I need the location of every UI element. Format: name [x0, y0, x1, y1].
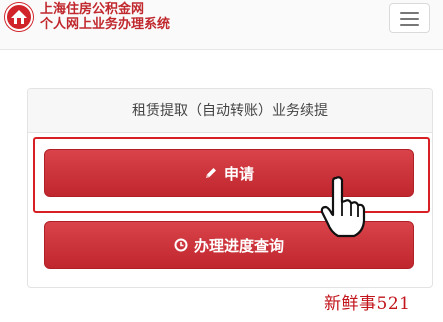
site-brand[interactable]: 上海住房公积金网 个人网上业务办理系统 — [40, 2, 170, 32]
panel-title: 租赁提取（自动转账）业务续提 — [28, 89, 432, 133]
watermark-text: 新鲜事521 — [324, 294, 411, 314]
apply-button-label: 申请 — [223, 164, 254, 183]
top-header: 上海住房公积金网 个人网上业务办理系统 — [0, 0, 443, 50]
housing-fund-logo-icon[interactable] — [4, 2, 34, 32]
brand-title: 上海住房公积金网 — [40, 2, 145, 17]
clock-icon — [174, 238, 188, 252]
progress-query-label: 办理进度查询 — [193, 236, 284, 255]
pencil-icon — [204, 166, 218, 180]
menu-toggle-button[interactable] — [389, 3, 430, 33]
brand-subtitle: 个人网上业务办理系统 — [40, 17, 171, 32]
hand-pointer-icon — [318, 174, 368, 238]
hamburger-menu-icon — [400, 12, 419, 14]
